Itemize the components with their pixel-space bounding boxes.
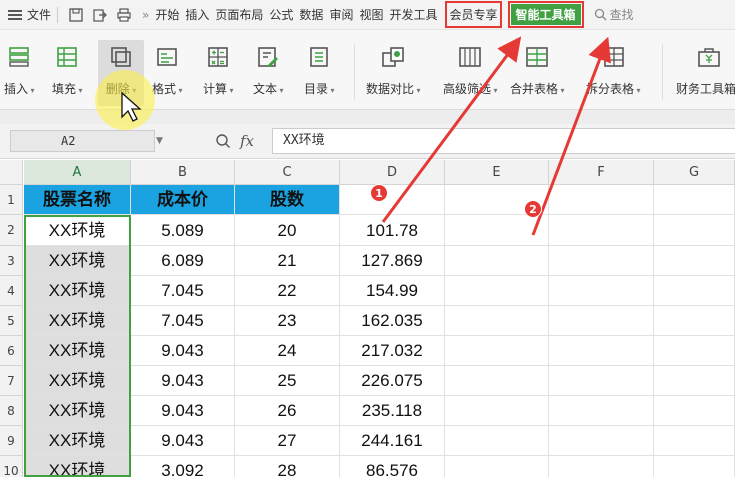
mouse-cursor-icon — [121, 91, 142, 122]
step-badge-1: 1 — [370, 184, 388, 202]
annotation-arrow-2 — [531, 36, 611, 236]
step-badge-2: 2 — [524, 200, 542, 218]
annotation-overlay — [121, 36, 611, 236]
annotation-arrow-1 — [381, 36, 522, 223]
